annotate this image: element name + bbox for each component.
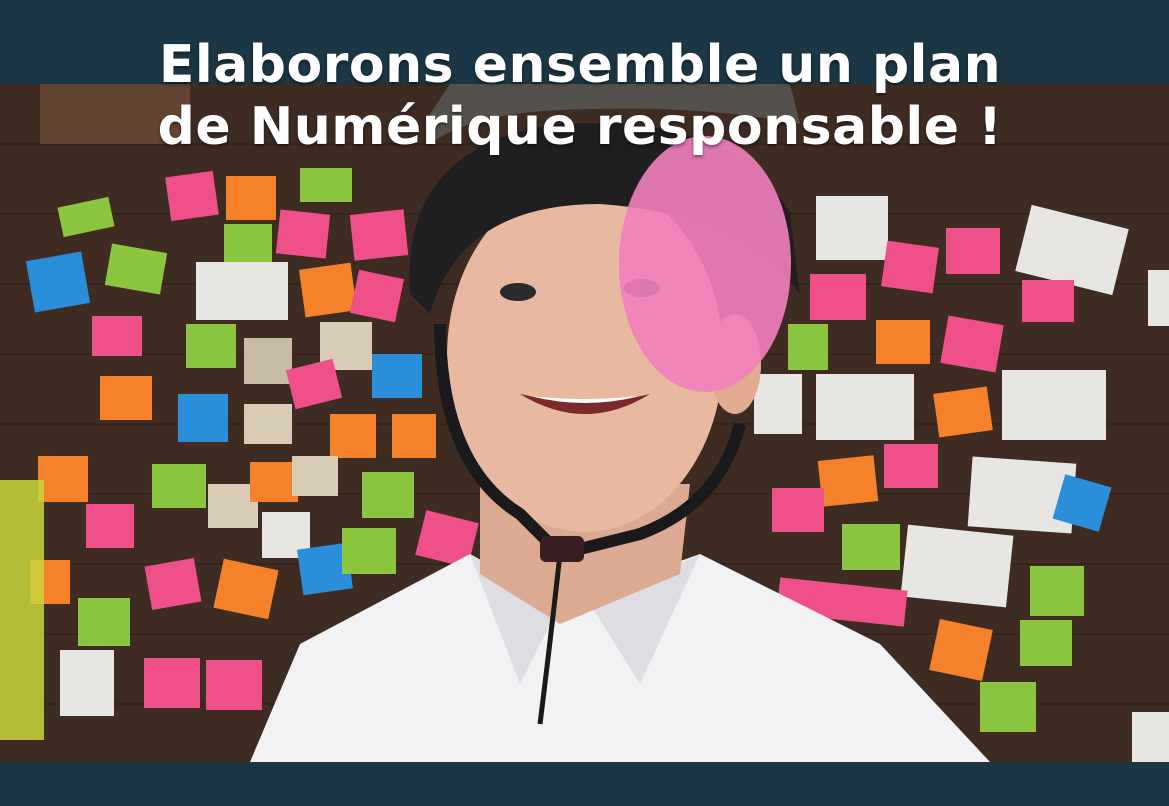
sticky-note [342,528,396,574]
sticky-note [810,274,866,320]
sticky-note [876,320,930,364]
bottom-band [0,762,1169,806]
sticky-note [165,170,219,222]
sticky-note-white [816,374,914,440]
top-band [0,0,1169,84]
sticky-note [349,269,405,323]
sticky-note [817,455,879,507]
sticky-note [330,414,376,458]
sticky-note [362,472,414,518]
sticky-note [372,354,422,398]
wooden-frame [40,84,190,144]
sticky-note [933,386,993,438]
sticky-note [250,462,298,502]
photo-illustration [0,84,1169,762]
sticky-note-white [1002,370,1106,440]
sticky-note [60,650,114,716]
sticky-note-white [816,196,888,260]
sticky-note [186,324,236,368]
sticky-note [788,324,828,370]
sticky-note [1022,280,1074,322]
sticky-note [38,456,88,502]
sticky-note [881,240,939,294]
sticky-note [244,338,292,384]
sticky-note [842,524,900,570]
eye-left [500,283,536,301]
sticky-note [100,376,152,420]
sticky-note [144,658,200,708]
gif-frame: Elaborons ensemble un plan de Numérique … [0,0,1169,806]
sticky-note [298,262,358,318]
sticky-note [86,504,134,548]
sticky-note [946,228,1000,274]
sticky-note [1030,566,1084,616]
sticky-note [300,168,352,202]
sticky-note [224,224,272,266]
blurred-foreground-note [0,480,44,740]
sticky-note [25,251,91,313]
flying-pink-note [619,136,791,392]
sticky-note [1020,620,1072,666]
sticky-note [275,209,331,259]
sticky-note [292,456,338,496]
sticky-note [178,394,228,442]
sticky-note-white [900,524,1014,608]
sticky-note [940,315,1004,373]
sticky-note [244,404,292,444]
sticky-note [884,444,938,488]
sticky-note [392,414,436,458]
sticky-note [1148,270,1169,326]
helmet-buckle [540,536,584,562]
sticky-note-white [196,262,288,320]
sticky-note [1132,712,1169,762]
sticky-note-white [754,374,802,434]
sticky-note [144,557,202,611]
sticky-note [349,209,409,261]
sticky-note [772,488,824,532]
sticky-note [929,618,993,682]
sticky-note [152,464,206,508]
sticky-note [226,176,276,220]
sticky-note [980,682,1036,732]
sticky-note [206,660,262,710]
sticky-note [92,316,142,356]
photo [0,84,1169,762]
sticky-note [78,598,130,646]
